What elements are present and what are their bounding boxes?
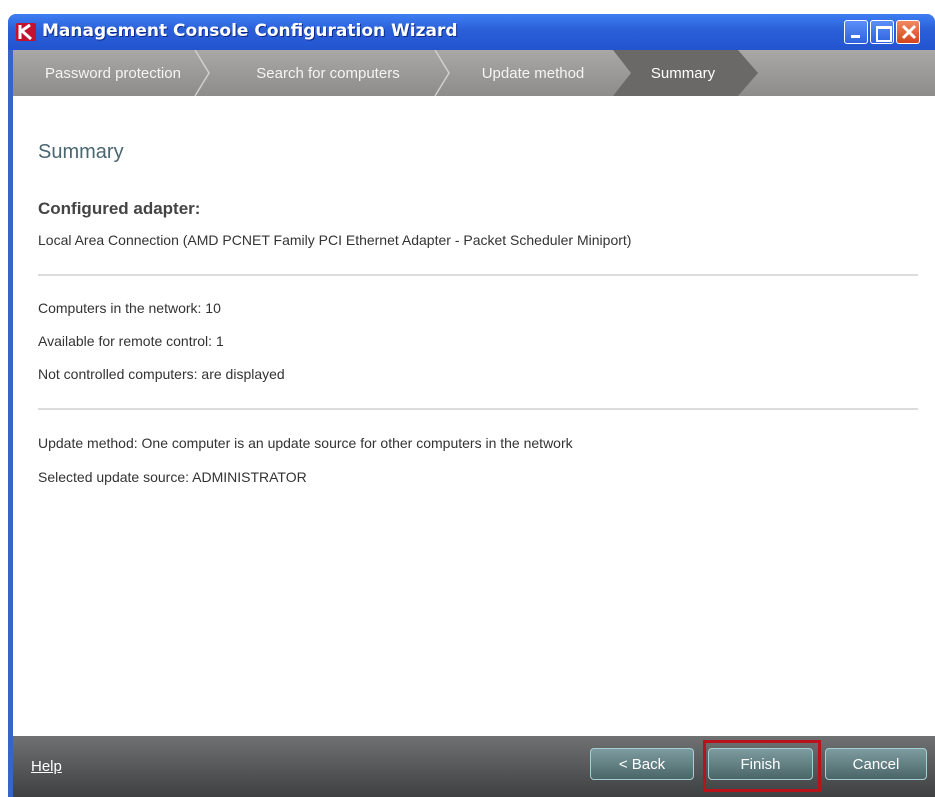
finish-button[interactable]: Finish — [708, 748, 813, 780]
step-separator-icon — [434, 50, 450, 96]
page-title: Summary — [38, 141, 124, 163]
update-method-value: One computer is an update source for oth… — [141, 435, 573, 451]
divider — [38, 408, 918, 410]
computers-value: 10 — [205, 300, 221, 316]
step-separator-icon — [194, 50, 210, 96]
step-summary: Summary — [650, 64, 716, 82]
update-method-line: Update method: One computer is an update… — [38, 435, 573, 451]
summary-panel: Summary Configured adapter: Local Area C… — [13, 96, 935, 736]
configured-adapter-value: Local Area Connection (AMD PCNET Family … — [38, 232, 632, 248]
update-source-label: Selected update source: — [38, 469, 189, 485]
window-title: Management Console Configuration Wizard — [42, 21, 458, 41]
update-source-line: Selected update source: ADMINISTRATOR — [38, 469, 307, 485]
app-logo-icon — [16, 23, 36, 41]
update-source-value: ADMINISTRATOR — [192, 469, 307, 485]
not-controlled-label: Not controlled computers: — [38, 366, 198, 382]
step-search-for-computers: Search for computers — [256, 64, 400, 82]
computers-in-network: Computers in the network: 10 — [38, 300, 221, 316]
step-update-method: Update method — [481, 64, 585, 82]
divider — [38, 274, 918, 276]
not-controlled-value: are displayed — [201, 366, 285, 382]
maximize-icon[interactable] — [870, 20, 894, 44]
cancel-button[interactable]: Cancel — [825, 748, 927, 780]
remote-value: 1 — [215, 333, 224, 349]
not-controlled-computers: Not controlled computers: are displayed — [38, 366, 285, 382]
close-icon[interactable] — [896, 20, 920, 44]
remote-label: Available for remote control: — [38, 333, 213, 349]
configured-adapter-label: Configured adapter: — [38, 199, 201, 218]
title-bar[interactable]: Management Console Configuration Wizard — [8, 14, 935, 50]
wizard-window: Management Console Configuration Wizard … — [8, 14, 935, 797]
computers-label: Computers in the network: — [38, 300, 202, 316]
back-button[interactable]: < Back — [590, 748, 694, 780]
button-bar: Help < Back Finish Cancel — [13, 736, 935, 797]
minimize-icon[interactable] — [844, 20, 868, 44]
available-remote-control: Available for remote control: 1 — [38, 333, 224, 349]
update-method-label: Update method: — [38, 435, 138, 451]
wizard-steps: Password protection Search for computers… — [13, 50, 935, 96]
help-link[interactable]: Help — [31, 758, 62, 775]
step-password-protection: Password protection — [45, 64, 181, 82]
